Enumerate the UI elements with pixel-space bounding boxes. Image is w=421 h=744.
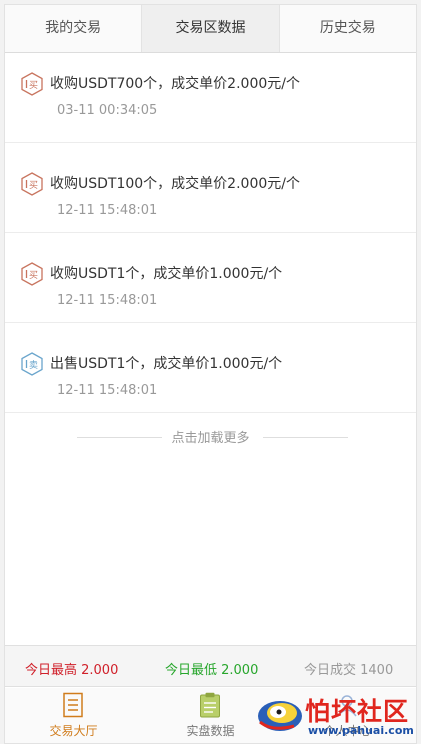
list-item: 买 收购USDT700个，成交单价2.000元/个 03-11 00:34:05 [5, 53, 416, 143]
record-time: 12-11 15:48:01 [57, 203, 158, 218]
buy-badge-icon: 买 [21, 172, 43, 196]
record-time: 12-11 15:48:01 [57, 293, 158, 308]
today-volume: 今日成交 1400 [304, 663, 394, 678]
record-title: 收购USDT1个，成交单价1.000元/个 [50, 266, 283, 282]
nav-trading-hall[interactable]: 交易大厅 [5, 688, 142, 743]
divider [77, 437, 162, 438]
watermark-title: 怕坏社区 [305, 697, 410, 726]
list-item: 卖 出售USDT1个，成交单价1.000元/个 12-11 15:48:01 [5, 323, 416, 413]
svg-text:卖: 卖 [29, 360, 38, 371]
record-title: 收购USDT700个，成交单价2.000元/个 [50, 76, 300, 92]
watermark-logo: 怕坏社区 www.pahuai.com [250, 688, 418, 742]
daily-stats-bar: 今日最高 2.000 今日最低 2.000 今日成交 1400 [5, 645, 416, 687]
buy-badge-icon: 买 [21, 72, 43, 96]
mascot-logo-icon [258, 701, 302, 731]
sell-badge-icon: 卖 [21, 352, 43, 376]
trade-record-list: 买 收购USDT700个，成交单价2.000元/个 03-11 00:34:05… [5, 53, 416, 413]
list-item: 买 收购USDT100个，成交单价2.000元/个 12-11 15:48:01 [5, 143, 416, 233]
tab-history[interactable]: 历史交易 [279, 5, 416, 52]
buy-badge-icon: 买 [21, 262, 43, 286]
record-title: 收购USDT100个，成交单价2.000元/个 [50, 176, 300, 192]
svg-text:买: 买 [29, 270, 38, 281]
tab-trade-data[interactable]: 交易区数据 [142, 5, 280, 52]
load-more-button[interactable]: 点击加载更多 [5, 427, 416, 449]
document-icon [63, 692, 83, 718]
record-time: 12-11 15:48:01 [57, 383, 158, 398]
record-time: 03-11 00:34:05 [57, 103, 158, 118]
today-low: 今日最低 2.000 [165, 663, 259, 678]
today-high: 今日最高 2.000 [25, 663, 119, 678]
tab-bar: 我的交易 交易区数据 历史交易 [5, 5, 416, 53]
clipboard-icon [200, 692, 220, 718]
load-more-label: 点击加载更多 [171, 431, 250, 446]
trade-panel: 我的交易 交易区数据 历史交易 买 收购USDT700个，成交单价2.000元/… [4, 4, 417, 744]
record-title: 出售USDT1个，成交单价1.000元/个 [50, 356, 283, 372]
divider [263, 437, 348, 438]
nav-label: 交易大厅 [49, 724, 98, 738]
svg-text:买: 买 [29, 180, 38, 191]
watermark-url: www.pahuai.com [308, 724, 414, 737]
tab-my-trades[interactable]: 我的交易 [5, 5, 143, 52]
list-item: 买 收购USDT1个，成交单价1.000元/个 12-11 15:48:01 [5, 233, 416, 323]
svg-text:买: 买 [29, 80, 38, 91]
